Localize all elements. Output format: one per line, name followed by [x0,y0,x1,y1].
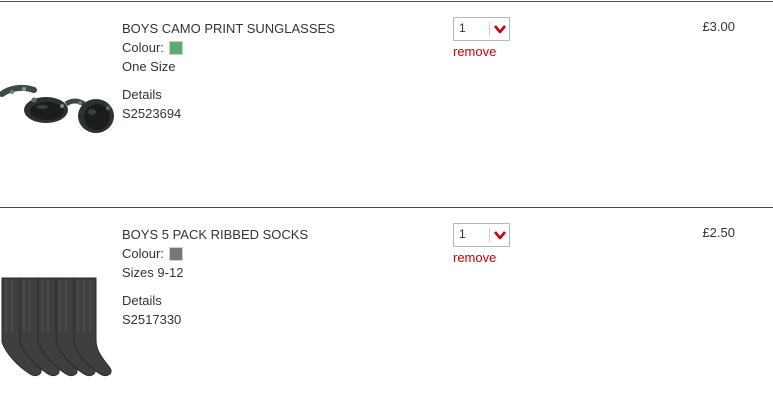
remove-link[interactable]: remove [453,250,496,265]
select-divider [489,228,490,242]
basket-item-row: BOYS 5 PACK RIBBED SOCKS Colour: Sizes 9… [0,207,773,413]
colour-swatch [168,246,183,261]
quantity-value: 1 [459,21,466,35]
details-label: Details [122,87,162,102]
product-info: BOYS CAMO PRINT SUNGLASSES Colour: One S… [122,19,335,123]
sunglasses-image [0,84,114,133]
colour-line: Colour: [122,244,308,263]
colour-label: Colour: [122,40,164,55]
chevron-down-icon [494,231,506,240]
remove-link[interactable]: remove [453,44,496,59]
item-price: £2.50 [702,225,735,240]
quantity-select[interactable]: 1 [453,17,510,41]
quantity-select[interactable]: 1 [453,223,510,247]
sku-label: S2517330 [122,312,182,327]
product-name[interactable]: BOYS 5 PACK RIBBED SOCKS [122,225,308,244]
size-label: Sizes 9-12 [122,265,184,280]
colour-swatch [168,40,183,55]
product-name[interactable]: BOYS CAMO PRINT SUNGLASSES [122,19,335,38]
socks-image [1,277,112,377]
product-image-socks[interactable] [0,222,116,398]
sku-label: S2523694 [122,106,182,121]
details-label: Details [122,293,162,308]
colour-label: Colour: [122,246,164,261]
colour-line: Colour: [122,38,335,57]
product-info: BOYS 5 PACK RIBBED SOCKS Colour: Sizes 9… [122,225,308,329]
basket-item-row: BOYS CAMO PRINT SUNGLASSES Colour: One S… [0,1,773,207]
quantity-value: 1 [459,227,466,241]
select-divider [489,22,490,36]
product-image-sunglasses[interactable] [0,16,116,192]
chevron-down-icon [494,25,506,34]
item-price: £3.00 [702,19,735,34]
size-label: One Size [122,59,176,74]
